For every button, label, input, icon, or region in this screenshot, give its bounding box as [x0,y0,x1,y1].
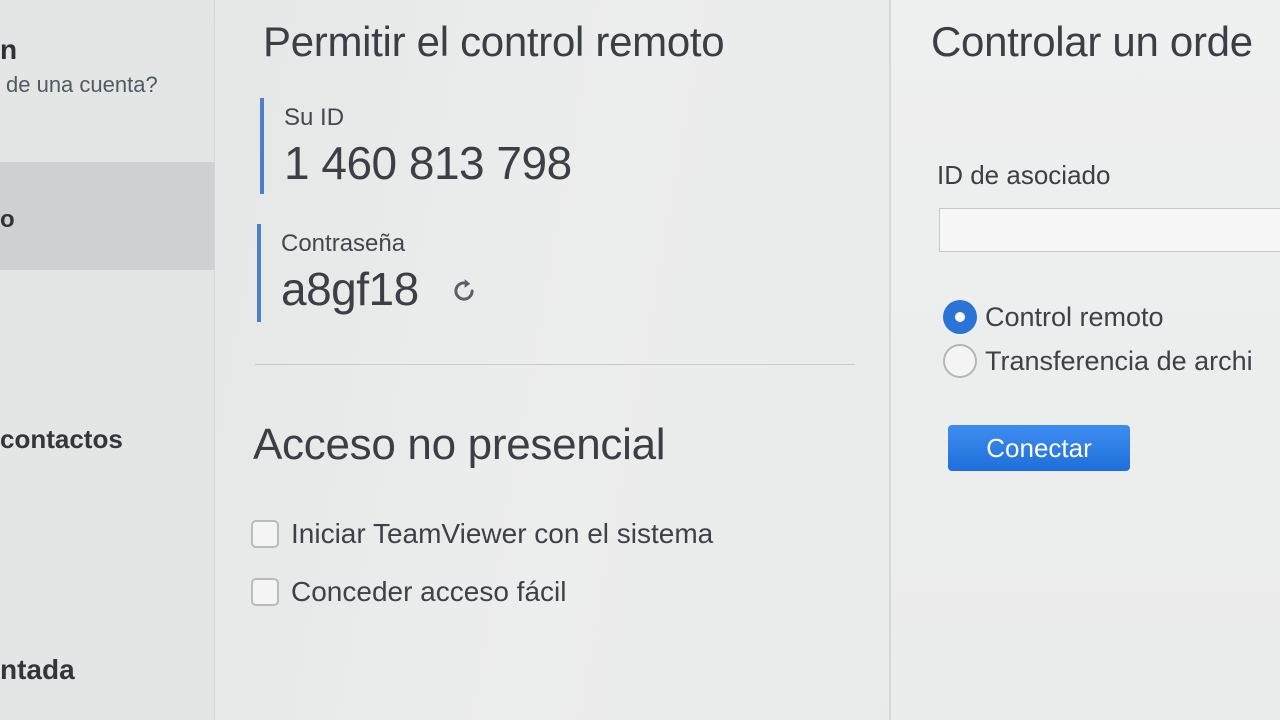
file-transfer-radio[interactable] [943,344,977,378]
password-block: Contraseña a8gf18 [257,224,479,322]
allow-remote-title: Permitir el control remoto [263,18,725,65]
sidebar-item-bottom[interactable]: ntada [0,654,75,686]
control-remote-panel: Controlar un orde ID de asociado Control… [891,0,1280,720]
partner-id-input[interactable] [939,208,1280,252]
unattended-title: Acceso no presencial [253,420,666,469]
sidebar-item-contacts[interactable]: contactos [0,424,123,455]
start-with-system-label: Iniciar TeamViewer con el sistema [291,518,714,549]
your-id-block: Su ID 1 460 813 798 [260,98,572,194]
remote-control-label: Control remoto [985,301,1164,332]
connect-button[interactable]: Conectar [948,425,1130,471]
file-transfer-label: Transferencia de archi [985,345,1253,376]
sidebar: n de una cuenta? o contactos ntada [0,0,215,720]
sidebar-item-label: o [0,206,15,233]
allow-remote-panel: Permitir el control remoto Su ID 1 460 8… [215,0,890,720]
partner-id-label: ID de asociado [937,160,1111,190]
easy-access-option[interactable]: Conceder acceso fácil [251,576,566,608]
sidebar-title: n [0,34,18,65]
start-with-system-checkbox[interactable] [251,520,279,548]
mode-remote-control[interactable]: Control remoto [943,300,1164,334]
your-id-label: Su ID [284,104,345,131]
easy-access-label: Conceder acceso fácil [291,576,567,607]
control-remote-title: Controlar un orde [931,18,1253,65]
your-id-value: 1 460 813 798 [284,137,572,189]
mode-file-transfer[interactable]: Transferencia de archi [943,344,1253,378]
account-link[interactable]: de una cuenta? [6,72,158,98]
sidebar-item-selected[interactable]: o [0,162,214,270]
start-with-system-option[interactable]: Iniciar TeamViewer con el sistema [251,518,713,550]
teamviewer-window: n de una cuenta? o contactos ntada Permi… [0,0,1280,720]
password-label: Contraseña [281,230,406,257]
remote-control-radio[interactable] [943,300,977,334]
refresh-icon[interactable] [449,276,479,306]
section-divider [255,364,855,365]
easy-access-checkbox[interactable] [251,578,279,606]
password-value: a8gf18 [281,263,419,315]
